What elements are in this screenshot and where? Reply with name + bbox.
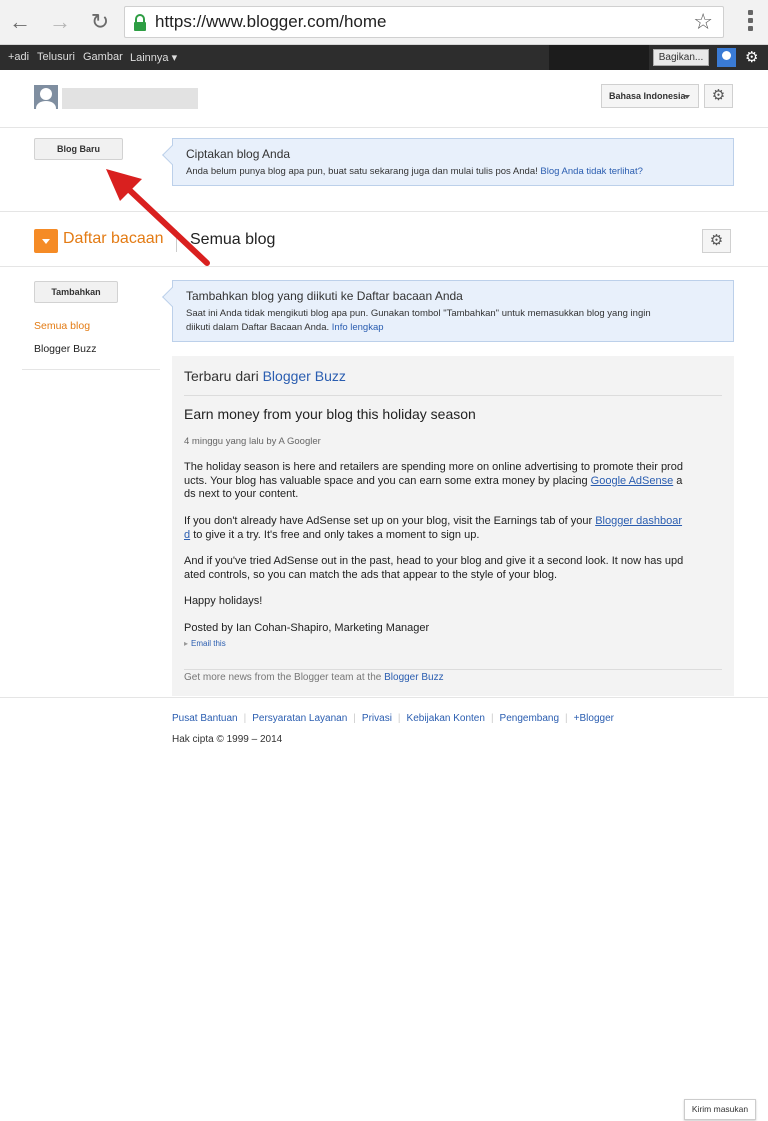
blogger-buzz-footer-link[interactable]: Blogger Buzz (384, 672, 443, 683)
divider (0, 127, 768, 128)
gbar-link-more[interactable]: Lainnya ▾ (130, 51, 177, 64)
add-blog-button[interactable]: Tambahkan (34, 281, 118, 303)
post-paragraph: If you don't already have AdSense set up… (184, 515, 683, 541)
footer-links: Pusat Bantuan | Persyaratan Layanan | Privas… (172, 713, 614, 724)
new-blog-button[interactable]: Blog Baru (34, 138, 123, 160)
address-bar[interactable]: https://www.blogger.com/home ☆ (124, 6, 724, 38)
reading-list-gear-icon[interactable]: ⚙ (702, 229, 731, 253)
more-info-link[interactable]: Info lengkap (332, 322, 384, 333)
red-arrow-annotation (106, 169, 210, 266)
add-blogs-title: Tambahkan blog yang diikuti ke Daftar ba… (186, 289, 463, 303)
browser-toolbar: ← → ↻ https://www.blogger.com/home ☆ (0, 0, 768, 45)
post-paragraph: Happy holidays! (184, 595, 263, 607)
google-bar: +adi Telusuri Gambar Lainnya ▾ Bagikan..… (0, 45, 768, 70)
add-blogs-info: Tambahkan blog yang diikuti ke Daftar ba… (162, 280, 734, 342)
language-select-value: Bahasa Indonesia (609, 91, 686, 101)
post-meta: 4 minggu yang lalu by A Googler (184, 436, 321, 447)
create-blog-info: Ciptakan blog Anda Anda belum punya blog… (162, 138, 734, 186)
sidebar-item-all-blogs[interactable]: Semua blog (34, 320, 90, 332)
blogger-buzz-link[interactable]: Blogger Buzz (263, 368, 346, 384)
footer-link-content-policy[interactable]: Kebijakan Konten (407, 713, 485, 724)
blogger-dashboard-link[interactable]: Blogger dashboar (595, 515, 682, 527)
forward-icon[interactable]: → (46, 8, 74, 36)
adsense-link[interactable]: Google AdSense (591, 475, 674, 487)
profile-avatar[interactable] (34, 85, 58, 109)
blogger-dashboard-link[interactable]: d (184, 529, 190, 541)
share-button[interactable]: Bagikan... (653, 49, 709, 66)
gbar-dark-area (549, 45, 649, 70)
footer-link-plus-blogger[interactable]: +Blogger (574, 713, 614, 724)
copyright: Hak cipta © 1999 – 2014 (172, 734, 283, 745)
lock-icon (134, 14, 146, 31)
language-select[interactable]: Bahasa Indonesia (601, 84, 699, 108)
post-title[interactable]: Earn money from your blog this holiday s… (184, 406, 476, 422)
gbar-gear-icon[interactable]: ⚙ (745, 48, 758, 66)
bullet-icon: ▸ (184, 639, 189, 648)
settings-gear-icon[interactable]: ⚙ (704, 84, 733, 108)
blogger-buzz-panel: Terbaru dari Blogger Buzz Earn money fro… (172, 356, 734, 696)
footer-link-privacy[interactable]: Privasi (362, 713, 392, 724)
account-avatar[interactable] (717, 48, 736, 67)
footer-link-terms[interactable]: Persyaratan Layanan (252, 713, 347, 724)
gbar-link-profile[interactable]: +adi (8, 51, 29, 63)
sidebar-divider (22, 369, 160, 370)
back-icon[interactable]: ← (6, 8, 34, 36)
add-blogs-text: Saat ini Anda tidak mengikuti blog apa p… (186, 308, 651, 333)
bookmark-star-icon[interactable]: ☆ (693, 9, 713, 35)
reading-list-dropdown-icon[interactable] (34, 229, 58, 253)
send-feedback-button[interactable]: Kirim masukan (684, 1099, 756, 1120)
sidebar-item-blogger-buzz[interactable]: Blogger Buzz (34, 343, 96, 355)
chevron-down-icon (684, 95, 690, 99)
email-this-link[interactable]: ▸ Email this (184, 639, 226, 648)
gbar-link-search[interactable]: Telusuri (37, 51, 75, 63)
create-blog-title: Ciptakan blog Anda (186, 147, 291, 161)
footer-link-developers[interactable]: Pengembang (500, 713, 560, 724)
panel-title: Terbaru dari Blogger Buzz (184, 368, 346, 384)
divider (0, 697, 768, 698)
gbar-link-images[interactable]: Gambar (83, 51, 123, 63)
browser-menu-icon[interactable] (748, 10, 754, 34)
post-paragraph: The holiday season is here and retailers… (184, 461, 683, 500)
url-text: https://www.blogger.com/home (155, 12, 387, 31)
post-signature: Posted by Ian Cohan-Shapiro, Marketing M… (184, 622, 430, 634)
post-paragraph: And if you've tried AdSense out in the p… (184, 555, 684, 581)
profile-name-redacted (62, 88, 198, 109)
create-blog-text: Anda belum punya blog apa pun, buat satu… (186, 166, 643, 177)
footer-link-help[interactable]: Pusat Bantuan (172, 713, 238, 724)
reload-icon[interactable]: ↻ (86, 8, 114, 36)
blog-not-visible-link[interactable]: Blog Anda tidak terlihat? (540, 166, 642, 177)
panel-footer: Get more news from the Blogger team at t… (184, 672, 444, 683)
